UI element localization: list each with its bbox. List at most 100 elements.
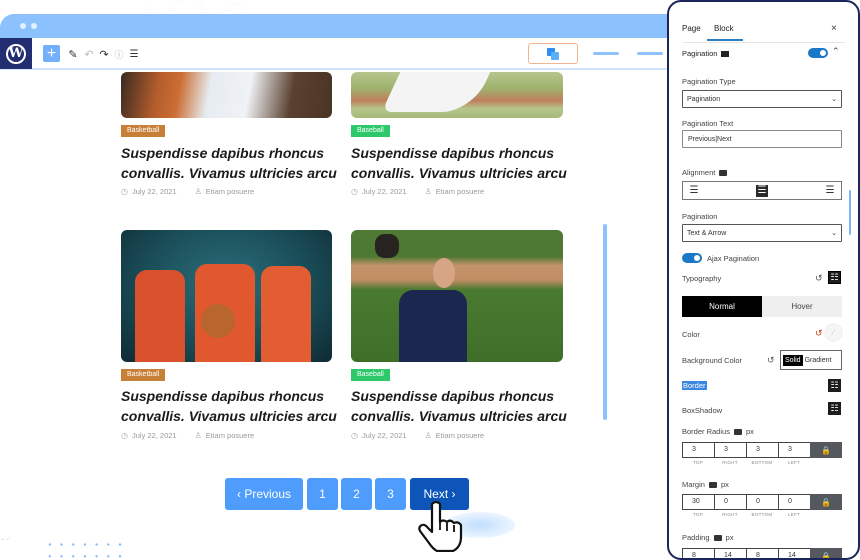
page-3-button[interactable]: 3	[375, 478, 406, 510]
background-color-label: Background Color	[682, 356, 743, 365]
post-meta: ◷ July 22, 2021 ♙ Etiam posuere	[351, 187, 484, 196]
radius-bottom-input[interactable]: 3	[746, 442, 778, 458]
list-view-icon[interactable]: ☰	[129, 45, 139, 63]
lock-icon[interactable]: 🔒	[810, 494, 842, 510]
post-date: July 22, 2021	[361, 431, 407, 440]
gradient-option[interactable]: Gradient	[805, 357, 832, 364]
padding-label: Padding px	[682, 533, 733, 542]
category-badge[interactable]: Baseball	[351, 125, 390, 137]
clock-icon: ◷	[351, 187, 358, 196]
monitor-icon	[708, 482, 717, 489]
undo-icon[interactable]: ↶	[84, 45, 94, 63]
pagination-text-label: Pagination Text	[682, 119, 734, 128]
previous-button[interactable]: ‹ Previous	[225, 478, 303, 510]
margin-right-input[interactable]: 0	[714, 494, 746, 510]
post-date: July 22, 2021	[131, 187, 177, 196]
padding-inputs: 8 14 8 14 🔒	[682, 548, 842, 558]
clock-icon: ◷	[121, 431, 128, 440]
padding-bottom-input[interactable]: 8	[746, 548, 778, 558]
wordpress-logo[interactable]: W	[0, 38, 32, 69]
post-image[interactable]	[351, 72, 563, 118]
post-title-line: convallis. Vivamus ultricies arcu	[121, 165, 337, 181]
radius-top-input[interactable]: 3	[682, 442, 714, 458]
padding-top-input[interactable]: 8	[682, 548, 714, 558]
add-block-button[interactable]: +	[43, 45, 60, 62]
player-figure	[399, 290, 467, 362]
margin-top-input[interactable]: 30	[682, 494, 714, 510]
settings-sliders-icon[interactable]: ☷	[828, 271, 841, 284]
post-title[interactable]: Suspendisse dapibus rhoncus convallis. Vi…	[121, 386, 351, 426]
info-icon[interactable]: ⓘ	[114, 45, 124, 63]
preview-icon-layer	[551, 52, 559, 60]
tab-page[interactable]: Page	[682, 24, 701, 33]
padding-right-input[interactable]: 14	[714, 548, 746, 558]
chevron-up-icon[interactable]: ⌃	[832, 46, 840, 57]
basketball	[201, 304, 235, 338]
pagination-text-input[interactable]: Previous|Next	[682, 130, 842, 148]
margin-left-input[interactable]: 0	[778, 494, 810, 510]
pagination-toggle[interactable]	[808, 48, 828, 58]
solid-option[interactable]: Solid	[783, 354, 803, 366]
window-titlebar	[0, 14, 672, 38]
redo-icon[interactable]: ↷	[99, 45, 109, 63]
category-badge[interactable]: Baseball	[351, 369, 390, 381]
content-scrollbar[interactable]	[603, 224, 607, 420]
ajax-pagination-toggle[interactable]	[682, 253, 702, 263]
align-center-icon[interactable]: ☰	[756, 185, 768, 197]
padding-left-input[interactable]: 14	[778, 548, 810, 558]
reset-icon[interactable]: ↺	[767, 355, 775, 366]
post-title[interactable]: Suspendisse dapibus rhoncus convallis. Vi…	[351, 386, 581, 426]
post-title[interactable]: Suspendisse dapibus rhoncus convallis. Vi…	[121, 143, 351, 183]
post-author[interactable]: Etiam posuere	[206, 431, 254, 440]
unit-label[interactable]: px	[721, 480, 729, 489]
settings-sliders-icon[interactable]: ☷	[828, 379, 841, 392]
post-author[interactable]: Etiam posuere	[436, 187, 484, 196]
category-badge[interactable]: Basketball	[121, 369, 166, 381]
hand-pointer-icon	[418, 500, 463, 552]
dimension-labels: TOP RIGHT BOTTOM LEFT	[682, 460, 810, 465]
post-author[interactable]: Etiam posuere	[436, 431, 484, 440]
radius-right-input[interactable]: 3	[714, 442, 746, 458]
radius-left-input[interactable]: 3	[778, 442, 810, 458]
background-type-toggle: Solid Gradient	[780, 350, 842, 370]
monitor-icon	[733, 429, 742, 436]
post-meta: ◷ July 22, 2021 ♙ Etiam posuere	[351, 431, 484, 440]
align-left-icon[interactable]: ☰	[688, 185, 700, 197]
alignment-control: ☰ ☰ ☰	[682, 181, 842, 200]
reset-icon[interactable]: ↺	[815, 273, 823, 284]
settings-sliders-icon[interactable]: ☷	[828, 402, 841, 415]
typography-label: Typography	[682, 274, 722, 283]
post-image[interactable]	[351, 230, 563, 362]
lock-icon[interactable]: 🔒	[810, 548, 842, 558]
category-badge[interactable]: Basketball	[121, 125, 166, 137]
unit-label[interactable]: px	[746, 427, 754, 436]
post-author[interactable]: Etiam posuere	[206, 187, 254, 196]
section-title[interactable]: Pagination	[682, 49, 730, 58]
align-right-icon[interactable]: ☰	[824, 185, 836, 197]
lock-icon[interactable]: 🔒	[810, 442, 842, 458]
margin-bottom-input[interactable]: 0	[746, 494, 778, 510]
preview-button[interactable]	[528, 43, 578, 64]
pencil-icon[interactable]: ✎	[68, 45, 78, 63]
pagination-style-select[interactable]: Text & Arrow ⌄	[682, 224, 842, 242]
post-image[interactable]	[121, 230, 332, 362]
pagination-type-select[interactable]: Pagination ⌄	[682, 90, 842, 108]
post-title[interactable]: Suspendisse dapibus rhoncus convallis. Vi…	[351, 143, 581, 183]
dim-label: RIGHT	[722, 460, 738, 465]
dim-label: BOTTOM	[751, 512, 773, 517]
padding-label-text: Padding	[682, 533, 710, 542]
player-figure	[135, 270, 185, 362]
unit-label[interactable]: px	[726, 533, 734, 542]
video-icon	[721, 51, 730, 58]
close-icon[interactable]: ×	[831, 23, 837, 34]
tab-hover[interactable]: Hover	[762, 296, 842, 317]
panel-scrollbar[interactable]	[849, 190, 851, 235]
page-1-button[interactable]: 1	[307, 478, 338, 510]
color-picker[interactable]: ⁄	[825, 324, 842, 341]
tab-normal[interactable]: Normal	[682, 296, 762, 317]
tab-block[interactable]: Block	[714, 24, 734, 33]
post-image[interactable]	[121, 72, 332, 118]
pagination-type-label: Pagination Type	[682, 77, 736, 86]
page-2-button[interactable]: 2	[341, 478, 372, 510]
reset-icon[interactable]: ↺	[815, 328, 823, 339]
